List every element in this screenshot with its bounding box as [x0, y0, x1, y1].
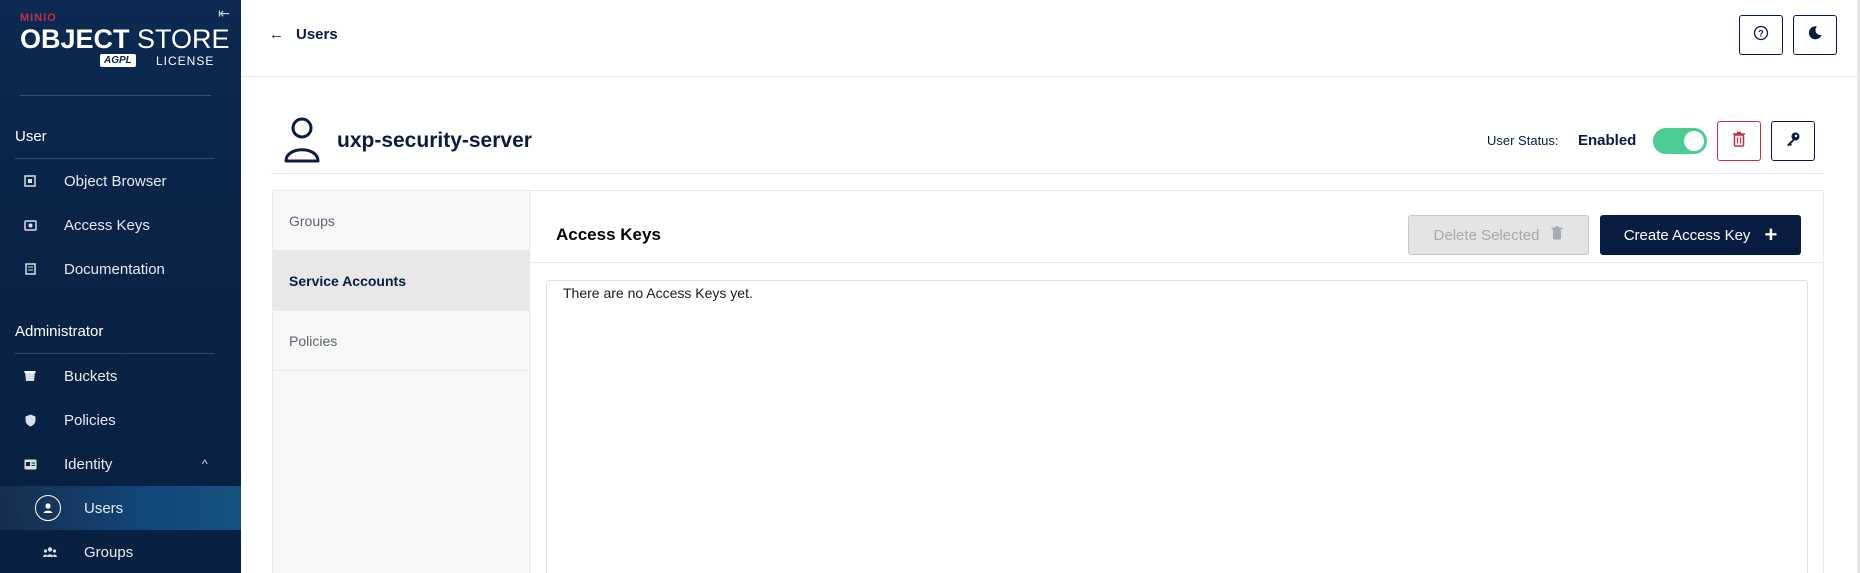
trash-icon: [1551, 226, 1563, 244]
change-password-button[interactable]: [1771, 121, 1815, 161]
sidebar-item-label: Policies: [64, 411, 116, 429]
tab-policies[interactable]: Policies: [273, 311, 529, 371]
sidebar: MINIO OBJECT STORE AGPL LICENSE ⇤ User O…: [0, 0, 241, 573]
section-title-user: User: [15, 128, 47, 145]
user-status-value: Enabled: [1578, 132, 1637, 149]
tab-groups[interactable]: Groups: [273, 191, 529, 251]
brand-minio: MINIO: [20, 12, 57, 24]
chevron-up-icon: ^: [202, 457, 208, 471]
sidebar-item-label: Groups: [84, 543, 134, 561]
user-name: uxp-security-server: [337, 129, 532, 152]
tab-service-accounts[interactable]: Service Accounts: [273, 251, 529, 311]
divider: [20, 95, 211, 96]
sidebar-item-documentation[interactable]: Documentation: [0, 247, 241, 291]
sidebar-item-access-keys[interactable]: Access Keys: [0, 203, 241, 247]
sidebar-item-users[interactable]: Users: [0, 486, 241, 530]
delete-selected-label: Delete Selected: [1433, 226, 1540, 244]
sidebar-item-label: Identity: [64, 455, 113, 473]
vertical-tabs: Groups Service Accounts Policies: [273, 191, 530, 573]
sidebar-item-identity[interactable]: Identity ^: [0, 442, 241, 486]
collapse-sidebar-icon[interactable]: ⇤: [216, 5, 232, 21]
trash-icon: [1732, 131, 1746, 152]
policies-icon: [22, 412, 38, 428]
delete-user-button[interactable]: [1717, 121, 1761, 161]
sidebar-item-policies[interactable]: Policies: [0, 398, 241, 442]
sidebar-item-object-browser[interactable]: Object Browser: [0, 159, 241, 203]
object-browser-icon: [22, 173, 38, 189]
users-icon: [35, 495, 61, 521]
toggle-knob: [1684, 131, 1704, 151]
buckets-icon: [22, 368, 38, 384]
access-keys-header: Access Keys Delete Selected Create Acces…: [530, 191, 1824, 263]
access-keys-icon: [22, 217, 38, 233]
brand-title: OBJECT STORE: [20, 24, 230, 54]
back-link-label: Users: [296, 26, 338, 43]
back-to-users-link[interactable]: ← Users: [269, 26, 338, 43]
moon-icon: [1807, 25, 1823, 46]
help-icon: ?: [1753, 25, 1769, 46]
arrow-left-icon: ←: [269, 26, 284, 43]
top-bar: ← Users ?: [241, 0, 1860, 77]
brand-logo: MINIO OBJECT STORE AGPL LICENSE: [20, 12, 230, 72]
key-icon: [1785, 131, 1801, 152]
user-avatar-icon: [283, 116, 321, 164]
groups-icon: [42, 544, 58, 560]
sidebar-item-label: Object Browser: [64, 172, 167, 190]
brand-license: LICENSE: [156, 54, 215, 68]
section-title-administrator: Administrator: [15, 323, 104, 340]
dark-mode-button[interactable]: [1793, 15, 1837, 55]
delete-selected-button[interactable]: Delete Selected: [1408, 215, 1589, 255]
brand-agpl: AGPL: [100, 54, 136, 67]
identity-icon: [22, 456, 38, 472]
plus-icon: +: [1764, 222, 1778, 247]
create-access-key-button[interactable]: Create Access Key +: [1600, 215, 1801, 255]
svg-text:?: ?: [1758, 28, 1764, 38]
sidebar-item-label: Access Keys: [64, 216, 150, 234]
access-keys-title: Access Keys: [556, 225, 661, 244]
user-status-label: User Status:: [1487, 133, 1559, 148]
user-header: uxp-security-server User Status: Enabled: [271, 110, 1824, 174]
sidebar-item-buckets[interactable]: Buckets: [0, 354, 241, 398]
documentation-icon: [22, 261, 38, 277]
create-access-key-label: Create Access Key: [1623, 226, 1751, 244]
sidebar-item-groups[interactable]: Groups: [0, 530, 241, 573]
access-keys-table: There are no Access Keys yet.: [546, 280, 1808, 573]
help-button[interactable]: ?: [1739, 15, 1783, 55]
sidebar-item-label: Users: [84, 499, 124, 517]
user-details-panel: Groups Service Accounts Policies Access …: [272, 190, 1824, 573]
sidebar-item-label: Buckets: [64, 367, 118, 385]
empty-state-message: There are no Access Keys yet.: [563, 285, 753, 301]
sidebar-item-label: Documentation: [64, 260, 165, 278]
user-status-toggle[interactable]: [1653, 128, 1707, 154]
